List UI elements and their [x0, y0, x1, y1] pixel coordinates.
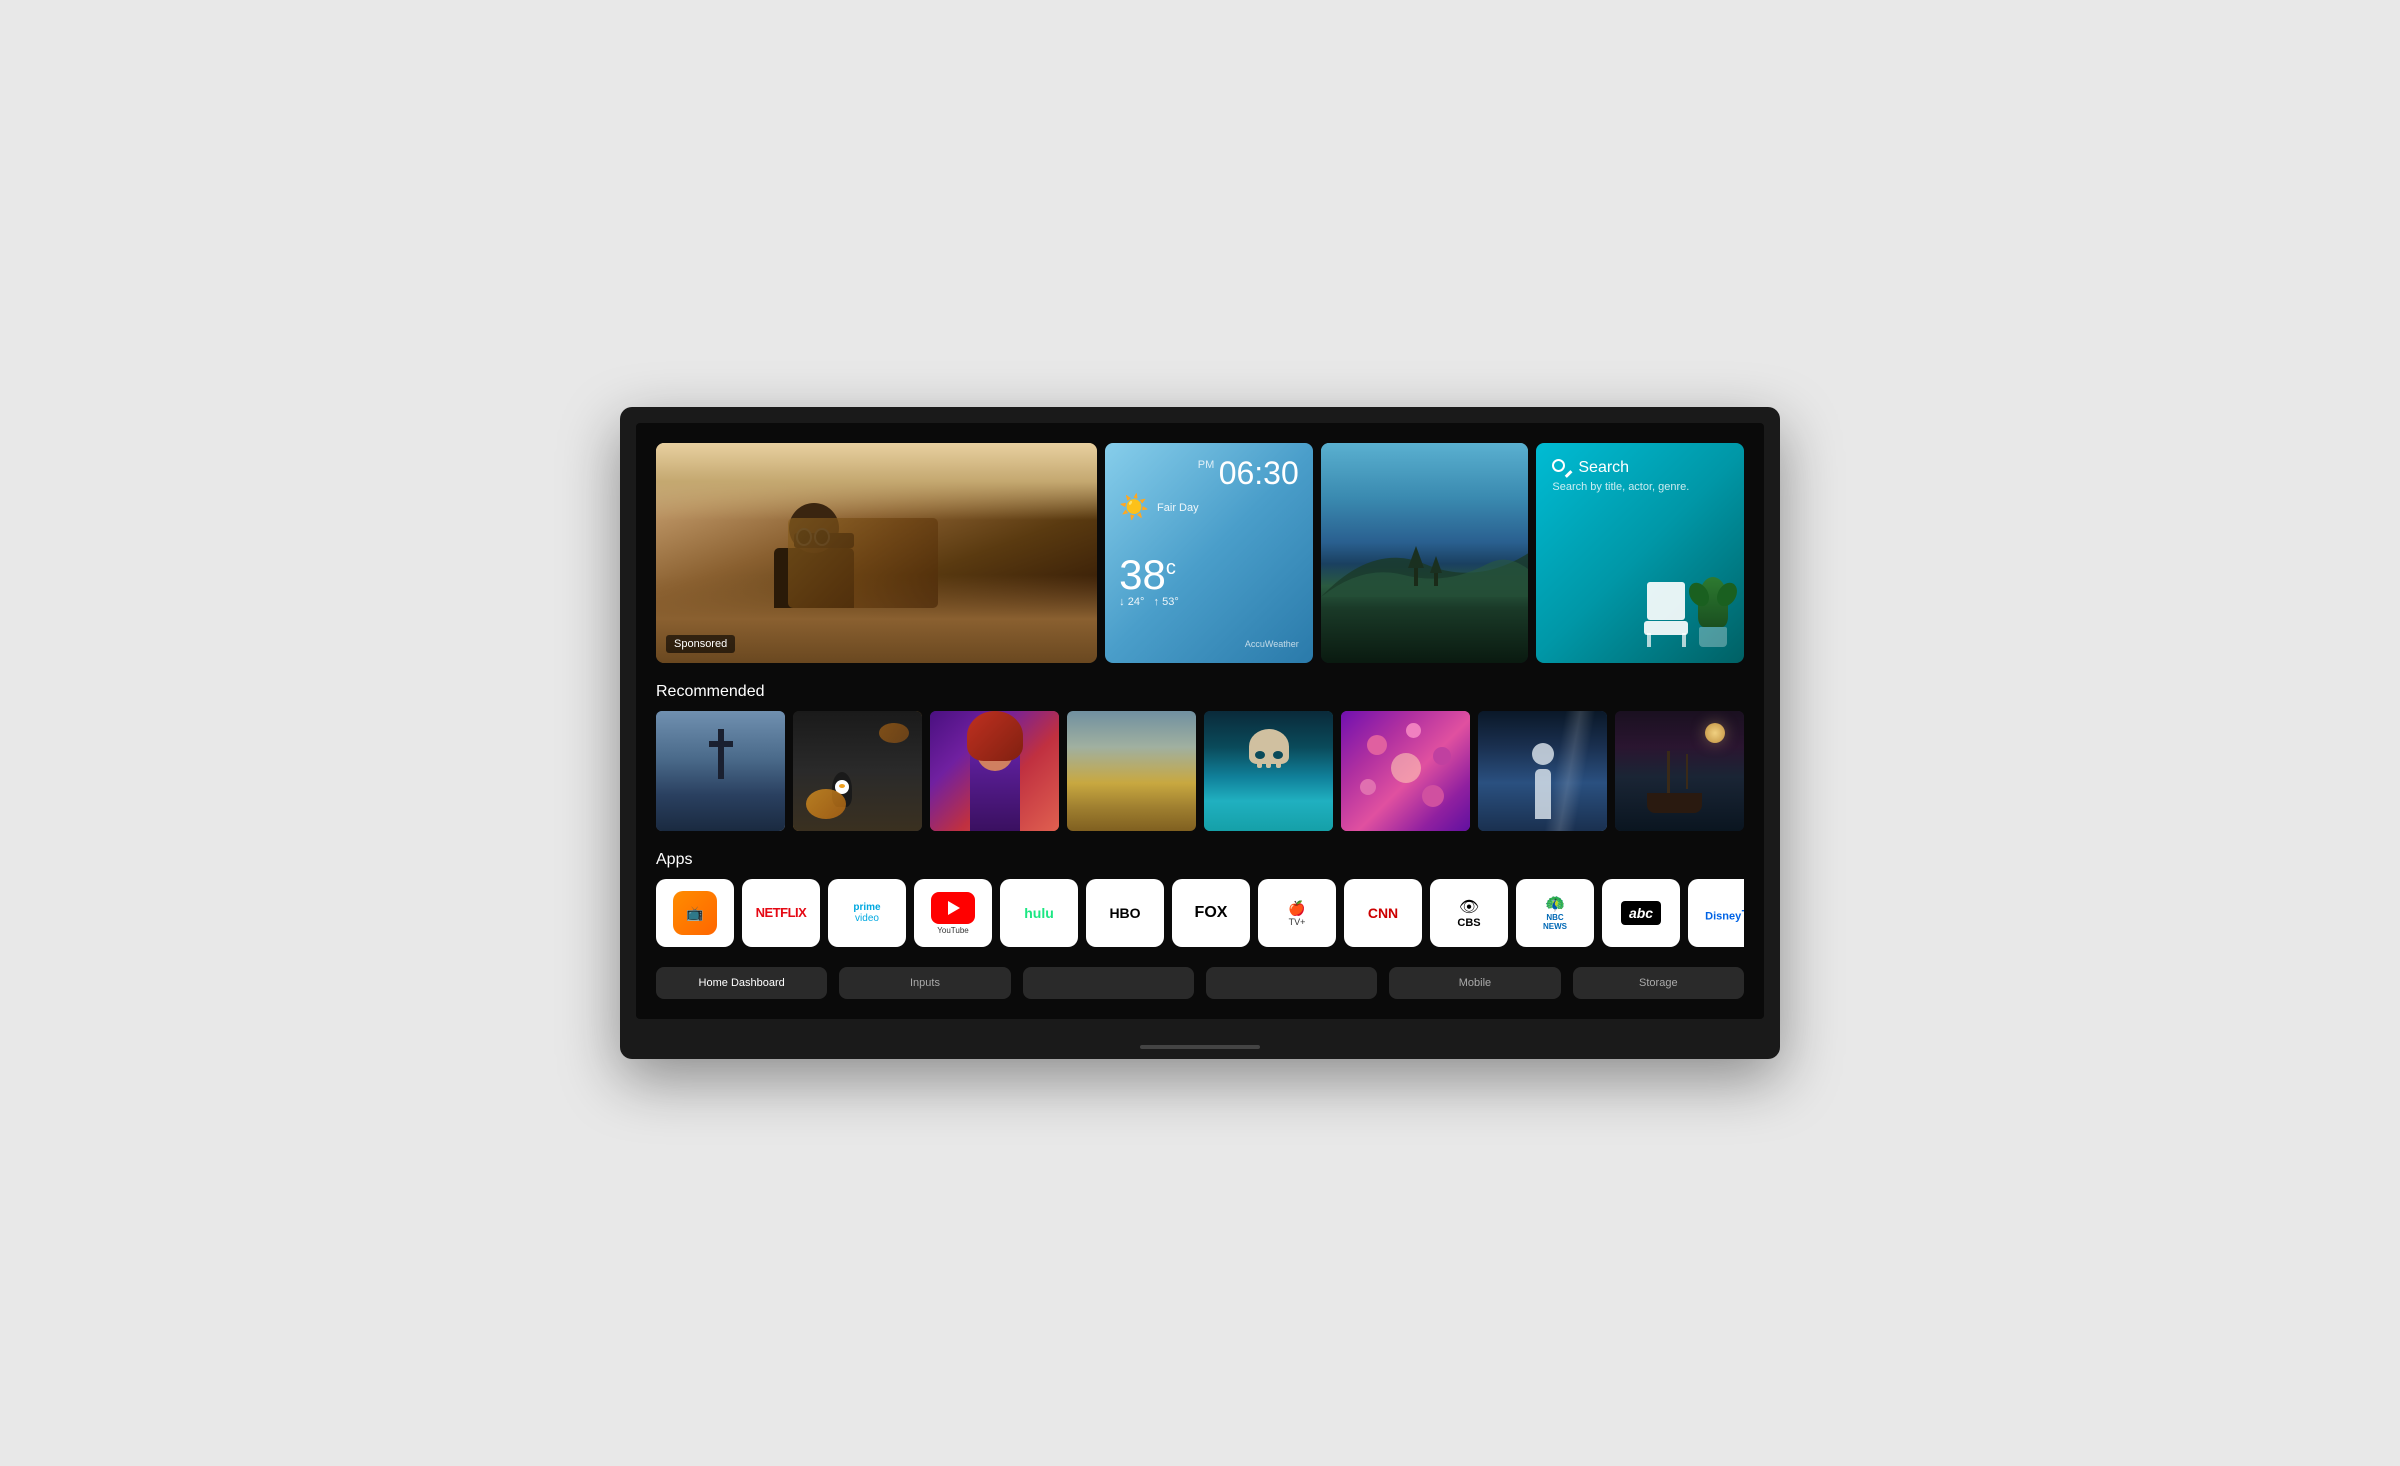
hero-section: Sponsored PM 06:30 ☀️ Fair Day	[656, 443, 1744, 663]
search-header: Search	[1552, 459, 1728, 477]
app-item-hbo[interactable]: HBO	[1086, 879, 1164, 947]
app-item-abc[interactable]: abc	[1602, 879, 1680, 947]
hulu-logo: hulu	[1024, 905, 1054, 922]
recommended-section: Recommended	[656, 683, 1744, 831]
sun-icon: ☀️	[1119, 493, 1149, 522]
cbs-logo: 👁 CBS	[1457, 897, 1480, 929]
abc-logo: abc	[1621, 901, 1661, 925]
appletv-logo: 🍎 TV+	[1288, 900, 1305, 927]
rec-item-8[interactable]	[1615, 711, 1744, 831]
nav-item-mobile[interactable]: Mobile	[1389, 967, 1560, 999]
accu-weather-badge: AccuWeather	[1119, 639, 1299, 649]
rec-item-3[interactable]	[930, 711, 1059, 831]
app-item-fox[interactable]: FOX	[1172, 879, 1250, 947]
search-widget[interactable]: Search Search by title, actor, genre.	[1536, 443, 1744, 663]
hero-main[interactable]: Sponsored	[656, 443, 1097, 663]
app-item-netflix[interactable]: NETFLIX	[742, 879, 820, 947]
app-item-youtube[interactable]: YouTube	[914, 879, 992, 947]
ch-icon: 📺	[673, 891, 717, 935]
app-item-cnn[interactable]: CNN	[1344, 879, 1422, 947]
app-item-prime[interactable]: prime video	[828, 879, 906, 947]
weather-condition: Fair Day	[1157, 502, 1199, 514]
fox-logo: FOX	[1195, 903, 1228, 922]
sponsored-badge: Sponsored	[666, 635, 735, 653]
nbc-logo: 🦚 NBCNEWS	[1543, 894, 1567, 932]
rec-item-4[interactable]	[1067, 711, 1196, 831]
apps-grid: 📺 NETFLIX prime video	[656, 879, 1744, 947]
tv-screen: Sponsored PM 06:30 ☀️ Fair Day	[636, 423, 1764, 1019]
rec-item-7[interactable]	[1478, 711, 1607, 831]
app-item-cbs[interactable]: 👁 CBS	[1430, 879, 1508, 947]
app-item-ch[interactable]: 📺	[656, 879, 734, 947]
hbo-logo: HBO	[1109, 905, 1140, 922]
nav-storage-label: Storage	[1639, 977, 1678, 989]
nav-item-tab3[interactable]	[1023, 967, 1194, 999]
weather-temperature: 38c	[1119, 554, 1299, 596]
weather-range: ↓ 24° ↑ 53°	[1119, 596, 1299, 608]
nav-inputs-label: Inputs	[910, 977, 940, 989]
rec-item-6[interactable]	[1341, 711, 1470, 831]
nav-mobile-label: Mobile	[1459, 977, 1491, 989]
landscape-widget[interactable]: AccuWeather	[1321, 443, 1529, 663]
app-item-disney[interactable]: Disney+	[1688, 879, 1744, 947]
nav-home-label: Home Dashboard	[699, 977, 785, 989]
recommended-grid	[656, 711, 1744, 831]
weather-widget[interactable]: PM 06:30 ☀️ Fair Day 38c ↓ 24° ↑ 53°	[1105, 443, 1313, 663]
nav-item-home[interactable]: Home Dashboard	[656, 967, 827, 999]
cnn-logo: CNN	[1368, 905, 1398, 922]
app-item-nbc[interactable]: 🦚 NBCNEWS	[1516, 879, 1594, 947]
youtube-logo	[931, 892, 975, 924]
time-display: PM 06:30	[1119, 457, 1299, 489]
rec-item-1[interactable]	[656, 711, 785, 831]
prime-logo: prime video	[853, 902, 880, 924]
search-subtitle: Search by title, actor, genre.	[1552, 481, 1728, 493]
nav-item-storage[interactable]: Storage	[1573, 967, 1744, 999]
rec-item-5[interactable]	[1204, 711, 1333, 831]
tv-frame: Sponsored PM 06:30 ☀️ Fair Day	[620, 407, 1780, 1059]
apps-section: Apps 📺 NETFLIX prime video	[656, 851, 1744, 947]
nav-item-inputs[interactable]: Inputs	[839, 967, 1010, 999]
app-item-appletv[interactable]: 🍎 TV+	[1258, 879, 1336, 947]
disney-logo: Disney+	[1705, 903, 1744, 923]
apps-title: Apps	[656, 851, 1744, 869]
search-title: Search	[1578, 459, 1629, 477]
youtube-label: YouTube	[937, 926, 968, 935]
app-item-hulu[interactable]: hulu	[1000, 879, 1078, 947]
netflix-logo: NETFLIX	[756, 905, 807, 921]
nav-item-tab4[interactable]	[1206, 967, 1377, 999]
rec-item-2[interactable]	[793, 711, 922, 831]
recommended-title: Recommended	[656, 683, 1744, 701]
bottom-nav: Home Dashboard Inputs Mobile Storage	[656, 967, 1744, 999]
